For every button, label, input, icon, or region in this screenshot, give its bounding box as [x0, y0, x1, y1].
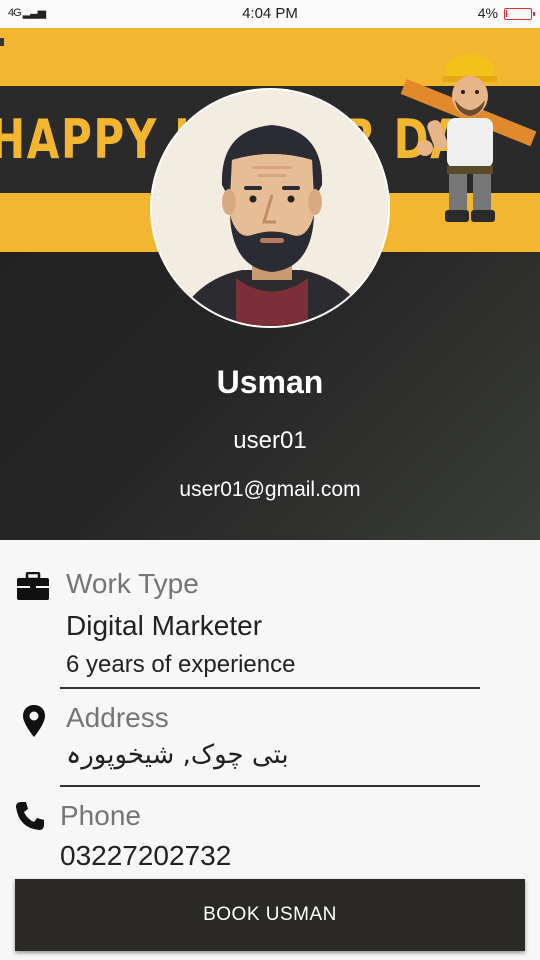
work-type-value: Digital Marketer [66, 610, 263, 641]
address-divider [60, 785, 480, 787]
location-pin-icon [23, 705, 45, 737]
phone-icon [16, 802, 44, 830]
briefcase-icon [17, 572, 49, 600]
work-type-label: Work Type [66, 568, 199, 599]
avatar [150, 88, 390, 328]
address-value: بتی چوک, شیخوپورہ [66, 740, 289, 770]
profile-name: Usman [216, 364, 324, 400]
status-bar: 4G ▂▃▅ 4:04 PM 4% [0, 0, 540, 28]
construction-worker-illustration [400, 54, 537, 222]
phone-value[interactable]: 03227202732 [60, 840, 231, 872]
profile-email: user01@gmail.com [179, 478, 361, 501]
book-button[interactable]: BOOK USMAN [15, 879, 525, 951]
battery-icon [504, 8, 535, 20]
phone-label: Phone [60, 800, 141, 831]
work-experience: 6 years of experience [66, 651, 296, 678]
profile-header: HAPPY LABOUR DAY [0, 28, 540, 540]
battery-percent: 4% [477, 5, 498, 21]
avatar-illustration [152, 90, 388, 326]
address-label: Address [66, 702, 169, 733]
status-time: 4:04 PM [242, 5, 298, 22]
work-divider [60, 687, 480, 689]
back-icon[interactable] [0, 38, 4, 46]
profile-username: user01 [233, 427, 307, 454]
battery-fill [506, 10, 507, 17]
